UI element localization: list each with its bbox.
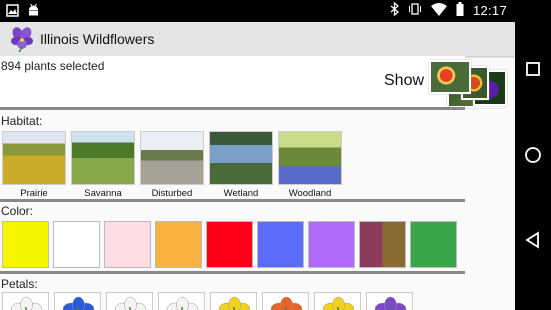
navigation-bar <box>515 0 551 310</box>
habitat-options: Prairie Savanna Disturbed Wetland Woodla… <box>2 131 342 199</box>
color-swatch[interactable] <box>410 221 457 268</box>
section-divider <box>0 107 465 110</box>
habitat-label-disturbed: Disturbed <box>151 188 193 199</box>
petal-option[interactable] <box>314 292 361 310</box>
wetland-photo <box>209 131 273 185</box>
color-swatch[interactable] <box>308 221 355 268</box>
habitat-woodland[interactable]: Woodland <box>278 131 342 199</box>
color-swatch[interactable] <box>257 221 304 268</box>
selection-summary: 894 plants selected Show <box>0 56 507 108</box>
color-options <box>2 221 457 268</box>
color-label: Color: <box>1 204 34 218</box>
app-screen: 12:17 Illinois Wildflowers 894 plants se… <box>0 0 515 310</box>
vibrate-icon <box>408 2 422 19</box>
petal-options <box>2 292 413 310</box>
habitat-label-prairie: Prairie <box>20 188 48 199</box>
image-icon <box>6 3 19 22</box>
petal-option[interactable] <box>262 292 309 310</box>
app-title: Illinois Wildflowers <box>40 31 155 47</box>
habitat-label-wetland: Wetland <box>223 188 259 199</box>
color-swatch[interactable] <box>2 221 49 268</box>
habitat-label-savanna: Savanna <box>84 188 122 199</box>
thumbnail-red-columbine <box>429 60 471 94</box>
plants-selected-count: 894 plants selected <box>1 59 105 73</box>
bluetooth-icon <box>390 1 399 19</box>
color-swatch[interactable] <box>155 221 202 268</box>
section-divider <box>0 271 465 274</box>
disturbed-photo <box>140 131 204 185</box>
clock: 12:17 <box>472 3 507 18</box>
color-swatch[interactable] <box>104 221 151 268</box>
wifi-icon <box>430 2 447 19</box>
petal-option[interactable] <box>210 292 257 310</box>
show-button[interactable]: Show <box>384 72 424 90</box>
habitat-wetland[interactable]: Wetland <box>209 131 273 199</box>
app-bar: Illinois Wildflowers <box>0 22 515 56</box>
habitat-prairie[interactable]: Prairie <box>2 131 66 199</box>
savanna-photo <box>71 131 135 185</box>
petal-option[interactable] <box>366 292 413 310</box>
show-thumbnails[interactable] <box>429 60 509 108</box>
habitat-label-woodland: Woodland <box>288 188 332 199</box>
color-swatch[interactable] <box>359 221 406 268</box>
petal-option[interactable] <box>54 292 101 310</box>
woodland-photo <box>278 131 342 185</box>
recents-button[interactable] <box>523 59 543 79</box>
petal-option[interactable] <box>106 292 153 310</box>
habitat-savanna[interactable]: Savanna <box>71 131 135 199</box>
battery-icon <box>456 2 464 19</box>
violet-flower-icon <box>9 26 35 57</box>
status-bar: 12:17 <box>0 0 515 22</box>
color-swatch[interactable] <box>53 221 100 268</box>
section-divider <box>0 199 465 202</box>
home-button[interactable] <box>523 145 543 165</box>
android-icon <box>27 3 40 22</box>
petal-option[interactable] <box>2 292 49 310</box>
petal-option[interactable] <box>158 292 205 310</box>
habitat-disturbed[interactable]: Disturbed <box>140 131 204 199</box>
habitat-label: Habitat: <box>1 114 43 128</box>
color-swatch[interactable] <box>206 221 253 268</box>
prairie-photo <box>2 131 66 185</box>
petals-label: Petals: <box>1 277 38 291</box>
back-button[interactable] <box>523 230 543 250</box>
